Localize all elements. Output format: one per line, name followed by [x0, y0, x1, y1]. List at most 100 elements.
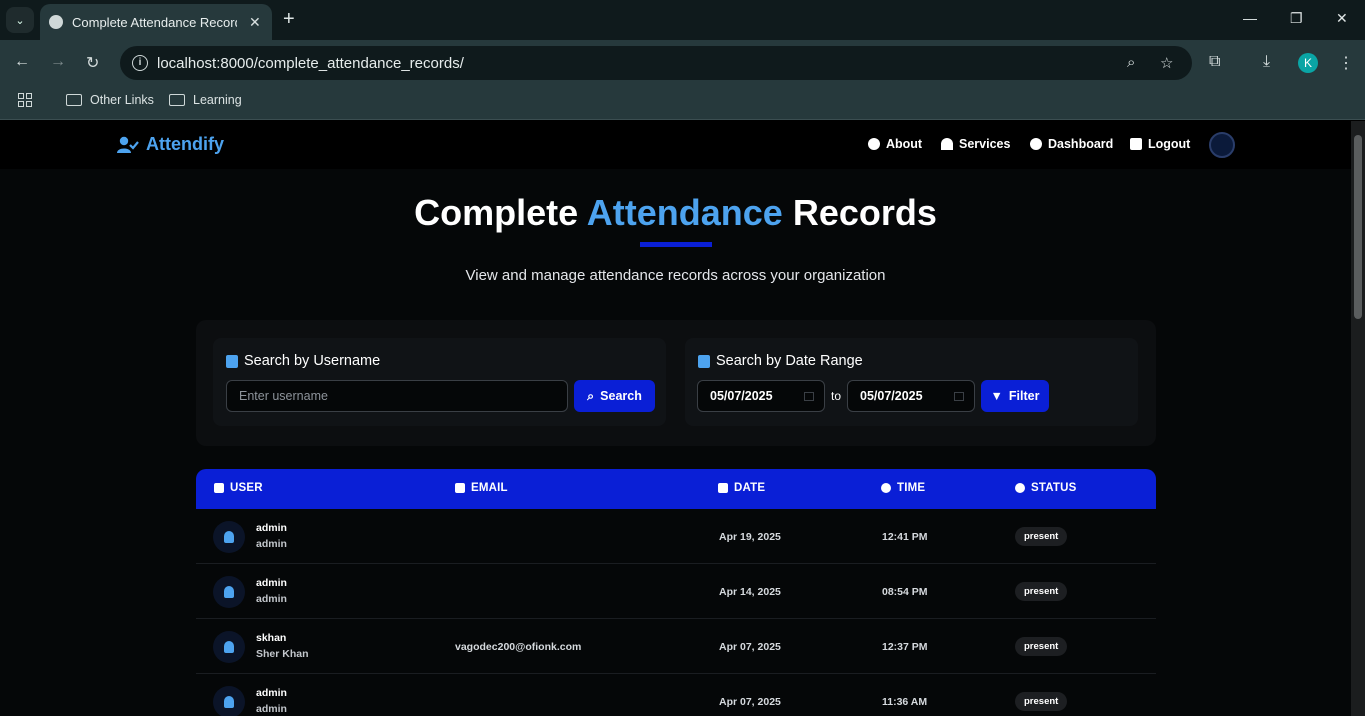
new-tab-button[interactable]: + — [283, 8, 295, 31]
nav-about[interactable]: About — [868, 137, 922, 151]
nav-label: Services — [959, 137, 1011, 151]
user-avatar-icon — [213, 686, 245, 716]
back-icon[interactable]: ← — [14, 53, 30, 71]
user-avatar[interactable] — [1209, 132, 1235, 158]
nav-logout[interactable]: Logout — [1130, 137, 1190, 151]
nav-label: Logout — [1148, 137, 1191, 151]
table-row: admin admin Apr 07, 2025 11:36 AM presen… — [196, 674, 1156, 716]
site-navbar: Attendify About Services Dashboard Logou… — [0, 121, 1351, 169]
check-circle-icon — [1015, 483, 1025, 493]
status-badge: present — [1015, 637, 1068, 656]
row-time: 08:54 PM — [882, 586, 928, 598]
nav-services[interactable]: Services — [941, 137, 1010, 151]
user-avatar-icon — [213, 521, 245, 553]
bookmark-learning[interactable]: Learning — [169, 93, 242, 107]
row-username: skhan — [256, 632, 287, 644]
download-icon[interactable]: ⤓ — [1263, 53, 1270, 71]
filter-button[interactable]: ▼ Filter — [981, 380, 1049, 412]
user-icon — [226, 354, 238, 368]
header-label: DATE — [734, 482, 766, 494]
date-filter: Search by Date Range 05/07/2025 to 05/07… — [685, 338, 1138, 426]
close-icon[interactable]: ✕ — [249, 14, 261, 31]
gauge-icon — [1030, 138, 1042, 150]
bookmark-star-icon[interactable]: ☆ — [1160, 54, 1173, 72]
scrollbar-thumb[interactable] — [1354, 135, 1362, 319]
zoom-icon[interactable]: ⌕ — [1127, 54, 1135, 71]
date-label-text: Search by Date Range — [716, 353, 863, 369]
attendance-table: USER EMAIL DATE TIME STATUS admin admin … — [196, 469, 1156, 716]
apps-icon[interactable] — [18, 93, 32, 107]
calendar-icon — [718, 483, 728, 493]
user-avatar-icon — [213, 576, 245, 608]
address-bar[interactable]: i localhost:8000/complete_attendance_rec… — [120, 46, 1192, 80]
browser-tab-strip: ⌄ Complete Attendance Records ✕ + — ❐ ✕ — [0, 0, 1365, 40]
clock-icon — [881, 483, 891, 493]
page-subtitle: View and manage attendance records acros… — [465, 267, 886, 284]
date-from-input[interactable]: 05/07/2025 — [697, 380, 825, 412]
row-username: admin — [256, 577, 287, 589]
bookmark-label: Other Links — [90, 93, 154, 107]
table-row: admin admin Apr 19, 2025 12:41 PM presen… — [196, 509, 1156, 564]
minimize-button[interactable]: — — [1243, 10, 1257, 26]
column-header-date: DATE — [718, 482, 765, 494]
forward-icon[interactable]: → — [50, 53, 66, 71]
row-full-name: admin — [256, 593, 287, 605]
table-row: admin admin Apr 14, 2025 08:54 PM presen… — [196, 564, 1156, 619]
window-close-button[interactable]: ✕ — [1336, 10, 1348, 27]
calendar-icon — [698, 354, 710, 368]
globe-icon — [49, 15, 63, 29]
nav-dashboard[interactable]: Dashboard — [1030, 137, 1113, 151]
username-input[interactable]: Enter username — [226, 380, 568, 412]
tab-search-button[interactable]: ⌄ — [6, 7, 34, 33]
title-start: Complete — [414, 192, 587, 233]
title-accent: Attendance — [586, 192, 783, 233]
search-button[interactable]: ⌕ Search — [574, 380, 655, 412]
info-icon — [868, 138, 880, 150]
row-date: Apr 19, 2025 — [719, 531, 781, 543]
header-label: EMAIL — [471, 482, 508, 494]
profile-avatar[interactable]: K — [1298, 53, 1318, 73]
row-username: admin — [256, 522, 287, 534]
restore-button[interactable]: ❐ — [1290, 10, 1303, 27]
logout-icon — [1130, 138, 1142, 150]
calendar-picker-icon[interactable] — [804, 392, 814, 401]
nav-label: Dashboard — [1048, 137, 1114, 151]
bookmark-label: Learning — [193, 93, 242, 107]
bookmark-other-links[interactable]: Other Links — [66, 93, 154, 107]
date-to-input[interactable]: 05/07/2025 — [847, 380, 975, 412]
page-scrollbar[interactable] — [1351, 121, 1365, 716]
row-date: Apr 14, 2025 — [719, 586, 781, 598]
row-full-name: Sher Khan — [256, 648, 309, 660]
status-badge: present — [1015, 692, 1068, 711]
username-filter: Search by Username Enter username ⌕ Searc… — [213, 338, 666, 426]
calendar-picker-icon[interactable] — [954, 392, 964, 401]
extensions-icon[interactable]: ⧉ — [1209, 53, 1220, 71]
brand-link[interactable]: Attendify — [117, 134, 224, 155]
url-text[interactable]: localhost:8000/complete_attendance_recor… — [157, 55, 464, 72]
status-badge: present — [1015, 527, 1068, 546]
folder-icon — [169, 94, 185, 106]
date-to-value: 05/07/2025 — [860, 389, 923, 403]
status-badge: present — [1015, 582, 1068, 601]
folder-icon — [66, 94, 82, 106]
menu-icon[interactable]: ⋮ — [1338, 53, 1354, 73]
reload-icon[interactable]: ↻ — [86, 53, 99, 73]
search-icon: ⌕ — [587, 388, 595, 403]
row-time: 12:37 PM — [882, 641, 928, 653]
date-filter-label: Search by Date Range — [698, 353, 863, 369]
bookmarks-bar: Other Links Learning — [0, 86, 1365, 120]
row-time: 12:41 PM — [882, 531, 928, 543]
web-page: Attendify About Services Dashboard Logou… — [0, 121, 1351, 716]
brand-name: Attendify — [146, 134, 224, 154]
username-filter-label: Search by Username — [226, 353, 380, 369]
column-header-user: USER — [214, 482, 263, 494]
page-title: Complete Attendance Records — [0, 192, 1351, 234]
browser-tab[interactable]: Complete Attendance Records ✕ — [40, 4, 272, 40]
site-info-icon[interactable]: i — [132, 55, 148, 71]
bell-concierge-icon — [941, 138, 953, 150]
search-button-label: Search — [600, 389, 642, 403]
user-check-icon — [117, 136, 139, 153]
table-row: skhan Sher Khan vagodec200@ofionk.com Ap… — [196, 619, 1156, 674]
column-header-email: EMAIL — [455, 482, 508, 494]
row-date: Apr 07, 2025 — [719, 641, 781, 653]
